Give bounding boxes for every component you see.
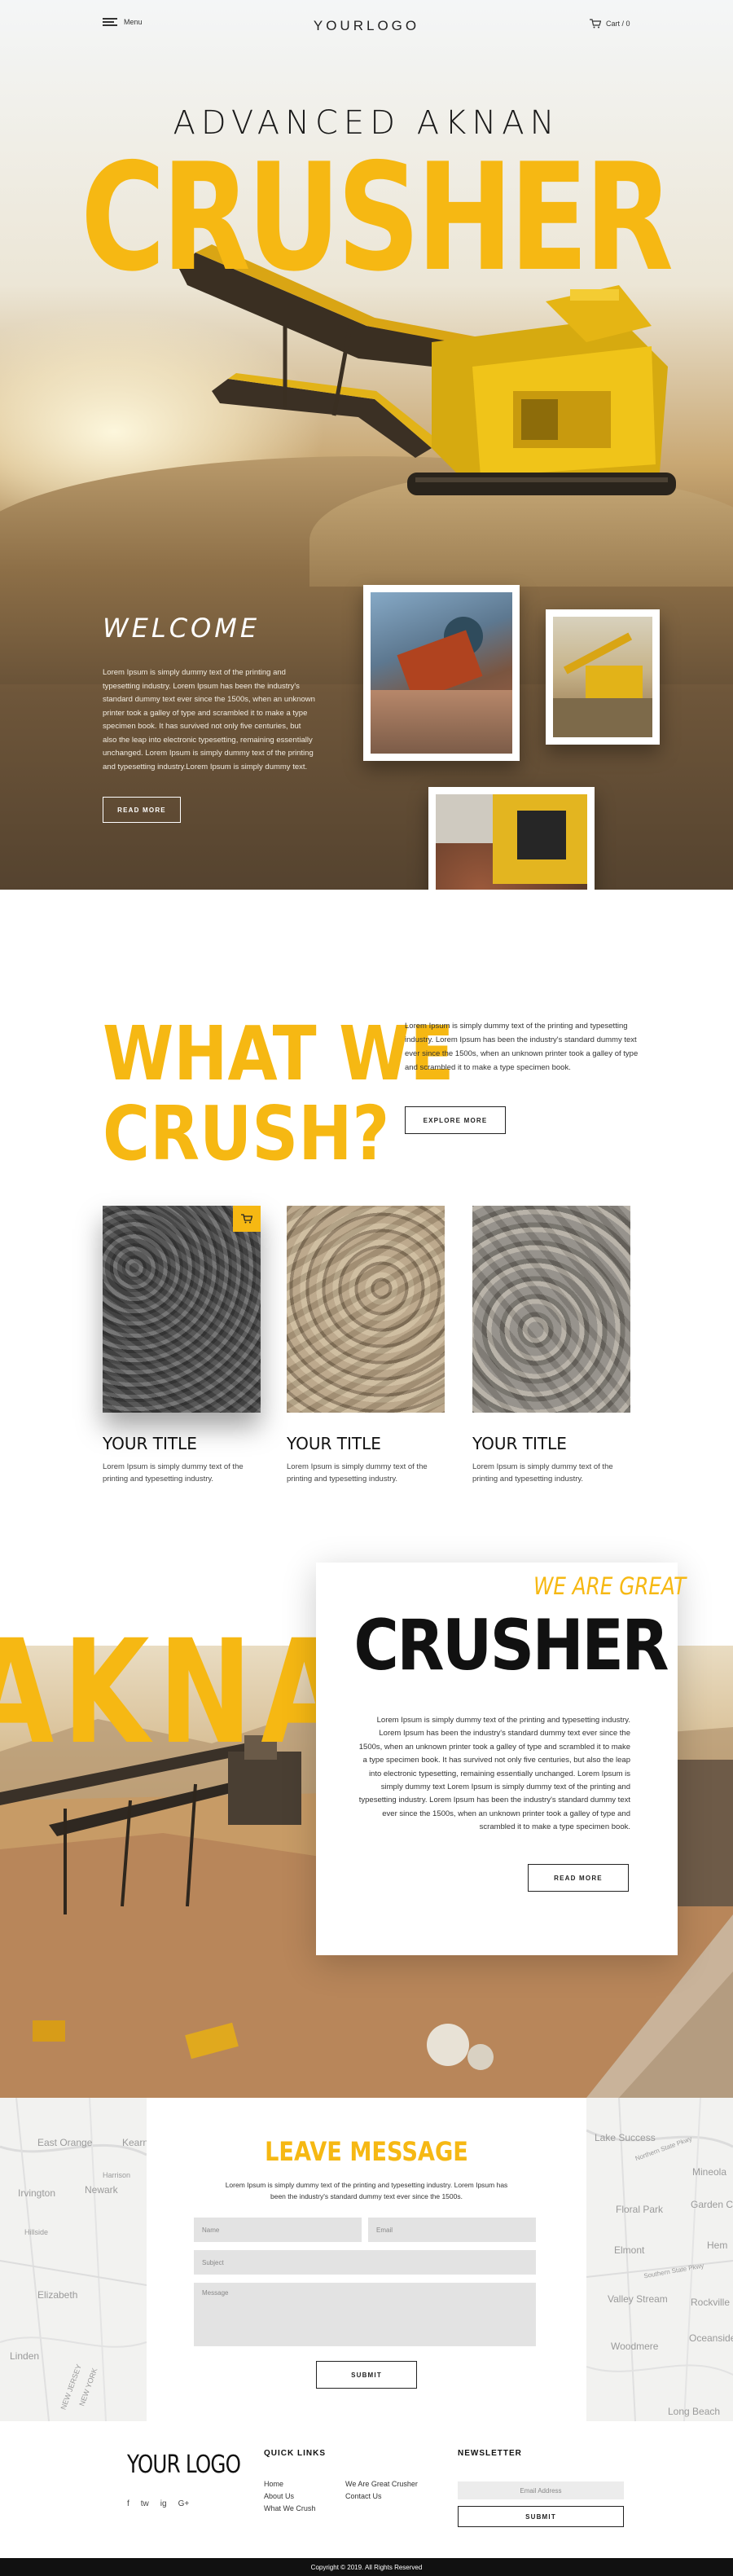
welcome-text: Lorem Ipsum is simply dummy text of the … [103, 668, 315, 771]
map-label: Long Beach [668, 2406, 721, 2417]
social-links: f tw ig G+ [127, 2499, 189, 2508]
great-kicker: WE ARE GREAT [533, 1572, 686, 1600]
great-read-more-button[interactable]: READ MORE [528, 1864, 629, 1892]
map-label: East Orange [37, 2137, 93, 2148]
crush-card-text: Lorem Ipsum is simply dummy text of the … [103, 1462, 244, 1484]
crush-card[interactable]: YOUR TITLE Lorem Ipsum is simply dummy t… [287, 1206, 445, 1485]
cart-label: Cart / 0 [606, 20, 630, 28]
map-label: Rockville Centre [691, 2297, 733, 2308]
map-label: Kearn [122, 2137, 149, 2148]
great-text: Lorem Ipsum is simply dummy text of the … [358, 1716, 630, 1832]
google-plus-icon[interactable]: G+ [178, 2499, 190, 2508]
top-navigation: Menu YOURLOGO Cart / 0 [0, 0, 733, 54]
footer-link-what-we-crush[interactable]: What We Crush [264, 2504, 315, 2512]
map-label: Lake Success [595, 2132, 656, 2143]
newsletter-email-field[interactable] [458, 2481, 624, 2499]
newsletter-heading: NEWSLETTER [458, 2449, 522, 2458]
cart-button[interactable]: Cart / 0 [590, 19, 630, 29]
instagram-icon[interactable]: ig [160, 2499, 167, 2508]
crush-card[interactable]: YOUR TITLE Lorem Ipsum is simply dummy t… [103, 1206, 261, 1485]
footer-link-great-crusher[interactable]: We Are Great Crusher [345, 2480, 418, 2488]
welcome-title: WELCOME [103, 613, 261, 644]
crush-card-title: YOUR TITLE [103, 1434, 197, 1453]
facebook-icon[interactable]: f [127, 2499, 129, 2508]
crush-card-title: YOUR TITLE [472, 1434, 567, 1453]
gallery-photo-site [546, 609, 660, 745]
footer-logo[interactable]: YOUR LOGO [127, 2451, 241, 2479]
email-field[interactable] [368, 2218, 536, 2242]
newsletter-submit-button[interactable]: SUBMIT [458, 2506, 624, 2527]
map-label: Valley Stream [608, 2293, 668, 2305]
gallery-photo-worker [363, 585, 520, 761]
footer-link-about[interactable]: About Us [264, 2492, 294, 2500]
contact-submit-button[interactable]: SUBMIT [316, 2361, 417, 2389]
crush-text: Lorem Ipsum is simply dummy text of the … [405, 1022, 639, 1072]
cart-add-badge[interactable] [233, 1206, 261, 1232]
footer-link-home[interactable]: Home [264, 2480, 283, 2488]
hero-title: CRUSHER [81, 131, 674, 304]
map-label: Garden C [691, 2199, 733, 2210]
map-label: Woodmere [611, 2341, 659, 2352]
quick-links-heading: QUICK LINKS [264, 2449, 326, 2458]
map-label: Hem [707, 2240, 728, 2251]
gallery-photo-rocks [428, 787, 595, 890]
crush-card[interactable]: YOUR TITLE Lorem Ipsum is simply dummy t… [472, 1206, 630, 1485]
crush-card-text: Lorem Ipsum is simply dummy text of the … [472, 1462, 613, 1484]
crush-card-title: YOUR TITLE [287, 1434, 381, 1453]
hero-section: Menu YOURLOGO Cart / 0 ADVANCED AKNAN CR… [0, 0, 733, 890]
crush-card-image [103, 1206, 261, 1413]
explore-more-button[interactable]: EXPLORE MORE [405, 1106, 506, 1134]
contact-text: Lorem Ipsum is simply dummy text of the … [225, 2181, 508, 2200]
cart-icon [590, 19, 601, 29]
map-label: Elmont [614, 2244, 645, 2256]
message-field[interactable] [194, 2283, 536, 2346]
contact-title: LEAVE MESSAGE [265, 2136, 468, 2167]
map-label: Floral Park [616, 2204, 664, 2215]
twitter-icon[interactable]: tw [141, 2499, 149, 2508]
cart-icon [241, 1214, 252, 1224]
crush-card-image [472, 1206, 630, 1413]
map-label: Irvington [18, 2187, 56, 2199]
map-label: Linden [10, 2350, 40, 2362]
great-title: CRUSHER [353, 1605, 669, 1686]
map-label: Elizabeth [37, 2289, 78, 2301]
map-label: Newark [85, 2184, 118, 2196]
map-label: Mineola [692, 2166, 727, 2178]
subject-field[interactable] [194, 2250, 536, 2275]
crush-title: WHAT WE CRUSH? [103, 1014, 454, 1174]
name-field[interactable] [194, 2218, 362, 2242]
map-label: Oceanside [689, 2332, 733, 2344]
map-label: Harrison [103, 2171, 131, 2179]
footer-link-contact[interactable]: Contact Us [345, 2492, 382, 2500]
crush-title-line1: WHAT WE [103, 1010, 454, 1097]
map-label: Hillside [24, 2228, 49, 2236]
crush-title-line2: CRUSH? [103, 1090, 390, 1177]
crush-card-text: Lorem Ipsum is simply dummy text of the … [287, 1462, 428, 1484]
copyright-bar: Copyright © 2019. All Rights Reserved [0, 2558, 733, 2576]
page: Menu YOURLOGO Cart / 0 ADVANCED AKNAN CR… [0, 0, 733, 2576]
copyright-text: Copyright © 2019. All Rights Reserved [310, 2563, 423, 2571]
crush-card-image [287, 1206, 445, 1413]
hero-read-more-button[interactable]: READ MORE [103, 797, 181, 823]
